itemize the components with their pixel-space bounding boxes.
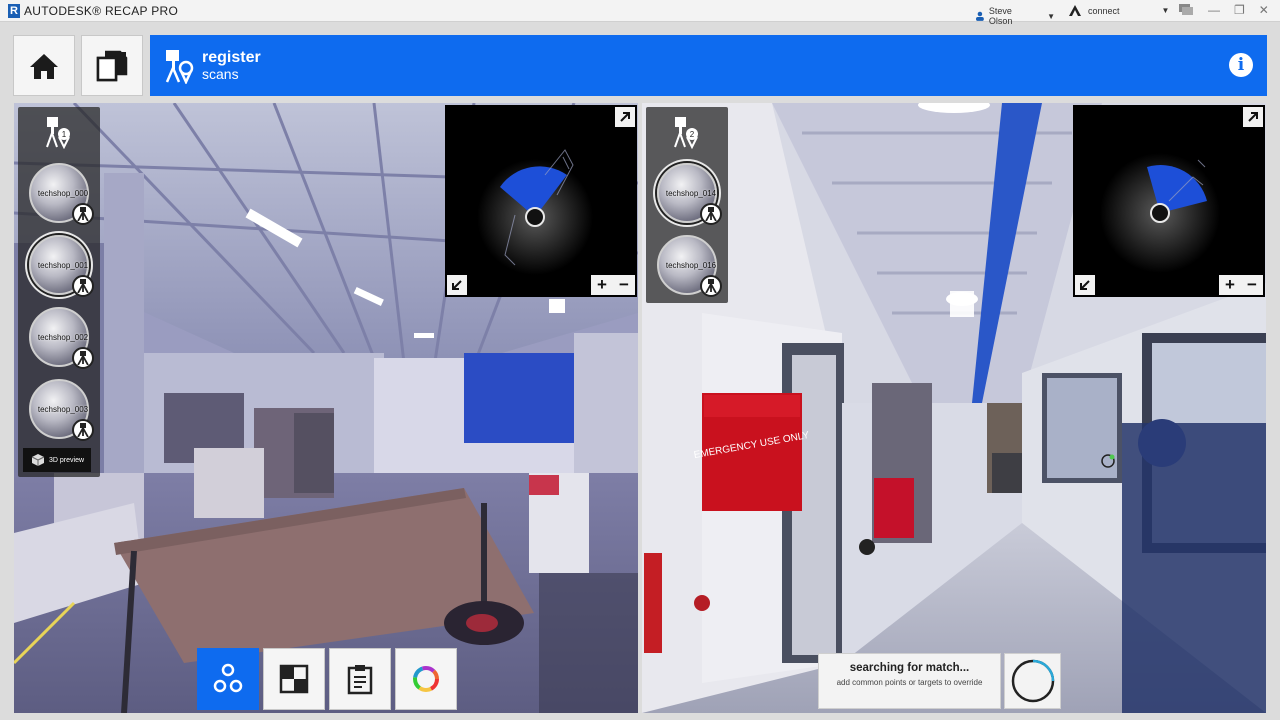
connect-menu[interactable]: connect ▼	[1068, 4, 1169, 17]
tripod-icon	[72, 347, 94, 369]
info-icon[interactable]: i	[1229, 53, 1253, 77]
zoom-out-icon[interactable]: −	[619, 275, 629, 295]
report-tool-button[interactable]	[329, 648, 391, 710]
scan-thumbnail[interactable]: techshop_000	[18, 157, 100, 229]
left-minimap[interactable]: + −	[445, 105, 637, 297]
svg-text:2: 2	[690, 130, 695, 139]
target-points-icon	[213, 663, 243, 693]
home-button[interactable]	[13, 35, 75, 96]
page-title: register	[202, 48, 261, 66]
connect-chevron-down-icon: ▼	[1161, 6, 1170, 15]
page-subtitle: scans	[202, 65, 239, 82]
compare-tool-button[interactable]	[263, 648, 325, 710]
scan-label: techshop_014	[665, 189, 717, 198]
left-scan-view[interactable]: 1 techshop_000 techshop_001 techshop_002	[14, 103, 638, 713]
bottom-toolbar	[197, 648, 457, 710]
minimize-button[interactable]: —	[1208, 3, 1220, 17]
scan-label: techshop_016	[665, 261, 717, 270]
scan-label: techshop_000	[37, 189, 89, 198]
minimap-plan-view	[477, 149, 593, 275]
scan-thumbnail[interactable]: techshop_014	[646, 157, 728, 229]
expand-icon[interactable]	[1243, 107, 1263, 127]
projects-button[interactable]	[81, 35, 143, 96]
tripod-icon	[700, 203, 722, 225]
progress-spinner	[1004, 653, 1061, 709]
scan-group-header: 1	[18, 107, 100, 157]
autodesk-a-icon	[1069, 5, 1081, 16]
user-menu[interactable]: Steve Olson ▼	[975, 6, 1055, 26]
points-tool-button[interactable]	[197, 648, 259, 710]
pages-icon	[96, 50, 128, 81]
app-name: AUTODESK® RECAP PRO	[24, 3, 179, 18]
collapse-icon[interactable]	[447, 275, 467, 295]
scan-thumbnail[interactable]: techshop_002	[18, 301, 100, 373]
scan-group-header: 2	[646, 107, 728, 157]
3d-preview-button[interactable]: 3D preview	[23, 448, 91, 472]
zoom-in-icon[interactable]: +	[597, 275, 607, 295]
svg-text:1: 1	[62, 130, 67, 139]
right-scan-list: 2 techshop_014 techshop_016	[646, 107, 728, 303]
clipboard-icon	[347, 665, 373, 695]
right-minimap[interactable]: + −	[1073, 105, 1265, 297]
color-wheel-icon	[413, 666, 439, 692]
minimap-zoom-controls: + −	[1219, 275, 1263, 295]
minimap-plan-view	[1100, 153, 1220, 273]
user-chevron-down-icon: ▼	[1047, 11, 1055, 21]
3d-preview-label: 3D preview	[49, 456, 85, 464]
tripod-icon	[72, 203, 94, 225]
close-button[interactable]: ✕	[1259, 3, 1269, 17]
scan-label: techshop_003	[37, 405, 89, 414]
scan-thumbnail[interactable]: techshop_003	[18, 373, 100, 445]
collapse-icon[interactable]	[1075, 275, 1095, 295]
user-name: Steve Olson	[988, 6, 1013, 26]
scan-thumbnail[interactable]: techshop_016	[646, 229, 728, 301]
scan-group-2-icon: 2	[674, 117, 698, 149]
scan-group-1-icon: 1	[46, 117, 70, 149]
register-scans-icon	[165, 49, 194, 84]
spinner-icon	[1011, 659, 1054, 703]
scan-label: techshop_002	[37, 333, 89, 342]
checker-icon	[279, 664, 309, 694]
minimap-zoom-controls: + −	[591, 275, 635, 295]
cube-icon	[31, 454, 45, 466]
scan-label: techshop_001	[37, 261, 89, 270]
expand-icon[interactable]	[615, 107, 635, 127]
tripod-icon	[700, 275, 722, 297]
restore-button[interactable]: ❐	[1234, 3, 1245, 17]
connect-label: connect	[1088, 5, 1120, 16]
right-scan-view[interactable]: EMERGENCY USE ONLY 2 techshop_014 techsh…	[642, 103, 1266, 713]
zoom-in-icon[interactable]: +	[1225, 275, 1235, 295]
title-bar: R AUTODESK® RECAP PRO Steve Olson ▼ conn…	[0, 0, 1280, 26]
page-header: register scans i	[150, 35, 1267, 96]
user-icon	[975, 11, 984, 21]
tripod-icon	[72, 275, 94, 297]
feedback-icon[interactable]	[1178, 3, 1194, 16]
match-status-hint: add common points or targets to override	[836, 678, 983, 687]
match-status-panel: searching for match... add common points…	[818, 653, 1001, 709]
app-logo-icon: R	[8, 3, 20, 18]
tripod-icon	[72, 419, 94, 441]
home-icon	[30, 53, 58, 79]
zoom-out-icon[interactable]: −	[1247, 275, 1257, 295]
scan-thumbnail[interactable]: techshop_001	[18, 229, 100, 301]
left-scan-list: 1 techshop_000 techshop_001 techshop_002	[18, 107, 100, 477]
color-mode-button[interactable]	[395, 648, 457, 710]
app-logo: R AUTODESK® RECAP PRO	[8, 3, 179, 18]
match-status-title: searching for match...	[849, 662, 970, 674]
